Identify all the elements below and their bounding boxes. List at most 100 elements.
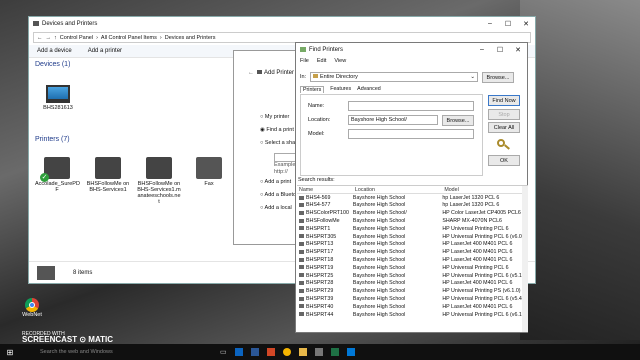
window-title: Find Printers xyxy=(309,46,344,53)
start-icon[interactable]: ⊞ xyxy=(0,348,20,357)
table-row[interactable]: BHSPRT29 Bayshore High School HP Universal… xyxy=(297,287,528,295)
name-label: Name: xyxy=(308,103,325,109)
item-count: 8 items xyxy=(73,269,93,276)
breadcrumb-item[interactable]: Devices and Printers xyxy=(165,35,216,41)
table-row[interactable]: BHSColorPRT100 Bayshore High School/HP Co… xyxy=(297,209,528,217)
outlook-icon[interactable] xyxy=(234,348,243,356)
device-laptop[interactable]: BHS281613 xyxy=(41,85,75,111)
in-select[interactable]: Entire Directory ⌄ xyxy=(310,72,478,82)
table-row[interactable]: BHSPRT39 Bayshore High School HP Universal… xyxy=(297,295,528,303)
printer-icon xyxy=(299,210,304,215)
printer-icon xyxy=(299,296,304,301)
table-row[interactable]: BHSPRT44 Bayshore High School HP Universal… xyxy=(297,311,528,319)
printer-icon xyxy=(299,195,304,200)
devices-taskbar-icon[interactable] xyxy=(314,348,323,356)
back-icon[interactable]: ← xyxy=(37,35,43,41)
excel-icon[interactable] xyxy=(330,348,339,356)
minimize-button[interactable]: – xyxy=(473,46,491,54)
model-field[interactable] xyxy=(348,129,474,139)
table-row[interactable]: BHSPRT1 Bayshore High School HP Universal … xyxy=(297,225,528,233)
table-row[interactable]: BHSPRT19 Bayshore High School HP Universal… xyxy=(297,264,528,272)
printer-label: Accolade_SurePD F xyxy=(35,181,80,193)
result-model: HP Color LaserJet CP4005 PCL6 xyxy=(442,210,521,217)
status-printer-icon xyxy=(37,265,55,280)
table-row[interactable]: BHS4-569 Bayshore High School hp LaserJet … xyxy=(297,194,528,202)
result-model: hp LaserJet 1320 PCL 6 xyxy=(442,194,500,201)
printer-icon xyxy=(299,249,304,254)
result-location: Bayshore High School xyxy=(352,241,406,248)
search-box[interactable]: Search the web and Windows xyxy=(40,349,200,355)
table-row[interactable]: BHS4-577 Bayshore High School hp LaserJet … xyxy=(297,202,528,210)
title-bar: Find Printers – ☐ ✕ xyxy=(296,43,527,56)
result-location: Bayshore High School xyxy=(352,311,406,318)
results-list[interactable]: Name Location Model BHS4-569 Bayshore Hig… xyxy=(297,185,528,332)
printer-accolade[interactable]: ✓ Accolade_SurePD F xyxy=(35,157,80,193)
clear-all-button[interactable]: Clear All xyxy=(488,122,520,133)
breadcrumb-item[interactable]: Control Panel xyxy=(60,35,93,41)
column-location[interactable]: Location xyxy=(352,186,443,195)
result-location: Bayshore High School xyxy=(352,264,406,271)
location-field[interactable]: Bayshore High School/ xyxy=(348,115,438,125)
printer-followme-2[interactable]: BHSFollowMe on BHS-Services1.m anateesch… xyxy=(135,157,183,205)
menu-file[interactable]: File xyxy=(300,58,309,64)
menu-view[interactable]: View xyxy=(334,58,346,64)
task-view-icon[interactable]: ▭ xyxy=(220,348,227,356)
chrome-taskbar-icon[interactable] xyxy=(282,348,291,356)
stop-button[interactable]: Stop xyxy=(488,109,520,120)
add-printer-title: ← Add Printer xyxy=(248,70,295,76)
table-row[interactable]: BHSPRT13 Bayshore High School HP LaserJet … xyxy=(297,241,528,249)
result-name: BHSColorPRT100 xyxy=(297,209,353,217)
breadcrumb-item[interactable]: All Control Panel Items xyxy=(101,35,157,41)
column-name[interactable]: Name xyxy=(297,186,353,195)
printer-fax[interactable]: Fax xyxy=(189,157,229,187)
result-name-text: BHSPRT44 xyxy=(306,311,334,318)
table-row[interactable]: BHSPRT18 Bayshore High School HP LaserJet … xyxy=(297,256,528,264)
search-results-label: Search results: xyxy=(298,177,335,183)
in-label: In: xyxy=(300,74,307,80)
edge-icon[interactable] xyxy=(346,348,355,356)
table-row[interactable]: BHSPRT25 Bayshore High School HP Universal… xyxy=(297,272,528,280)
tab-advanced[interactable]: Advanced xyxy=(357,86,381,93)
file-explorer-icon[interactable] xyxy=(298,348,307,356)
result-location: Bayshore High School xyxy=(352,249,406,256)
table-row[interactable]: BHSFollowMe Bayshore High School SHARP MX-… xyxy=(297,217,528,225)
name-field[interactable] xyxy=(348,101,474,111)
vertical-scrollbar[interactable] xyxy=(522,186,528,332)
printer-followme-1[interactable]: BHSFollowMe on BHS-Services1 xyxy=(85,157,131,193)
add-device-button[interactable]: Add a device xyxy=(37,48,72,54)
table-row[interactable]: BHSPRT17 Bayshore High School HP LaserJet … xyxy=(297,248,528,256)
up-icon[interactable]: ↑ xyxy=(54,35,57,41)
table-row[interactable]: BHSPRT40 Bayshore High School HP LaserJet … xyxy=(297,303,528,311)
desktop-icon-webnet[interactable]: WebNet xyxy=(20,298,44,318)
browse-location-button[interactable]: Browse... xyxy=(442,115,474,126)
printer-icon xyxy=(299,257,304,262)
tab-printers[interactable]: Printers xyxy=(300,86,325,93)
window-title: Devices and Printers xyxy=(42,20,98,27)
find-now-button[interactable]: Find Now xyxy=(488,95,520,106)
menu-edit[interactable]: Edit xyxy=(317,58,326,64)
printer-icon xyxy=(299,288,304,293)
result-name-text: BHSPRT18 xyxy=(306,257,334,264)
maximize-button[interactable]: ☐ xyxy=(499,20,517,28)
directory-icon xyxy=(313,74,318,78)
result-model: HP LaserJet 400 M401 PCL 6 xyxy=(442,249,513,256)
browse-directory-button[interactable]: Browse... xyxy=(482,72,514,83)
table-row[interactable]: BHSPRT28 Bayshore High School HP LaserJet … xyxy=(297,280,528,288)
printer-icon xyxy=(299,273,304,278)
minimize-button[interactable]: – xyxy=(481,20,499,28)
word-icon[interactable] xyxy=(250,348,259,356)
maximize-button[interactable]: ☐ xyxy=(491,46,509,54)
ok-button[interactable]: OK xyxy=(488,155,520,166)
add-printer-button[interactable]: Add a printer xyxy=(88,48,122,54)
column-model[interactable]: Model xyxy=(442,186,528,195)
forward-icon[interactable]: → xyxy=(46,35,52,41)
result-model: HP LaserJet 400 M401 PCL 6 xyxy=(442,241,513,248)
printers-group-header[interactable]: Printers (7) xyxy=(29,133,76,146)
close-button[interactable]: ✕ xyxy=(509,46,527,54)
menu-bar: File Edit View xyxy=(296,56,527,66)
back-icon[interactable]: ← xyxy=(248,70,254,76)
tab-features[interactable]: Features xyxy=(330,86,351,93)
powerpoint-icon[interactable] xyxy=(266,348,275,356)
table-row[interactable]: BHSPRT305 Bayshore High School HP Universa… xyxy=(297,233,528,241)
close-button[interactable]: ✕ xyxy=(517,20,535,28)
